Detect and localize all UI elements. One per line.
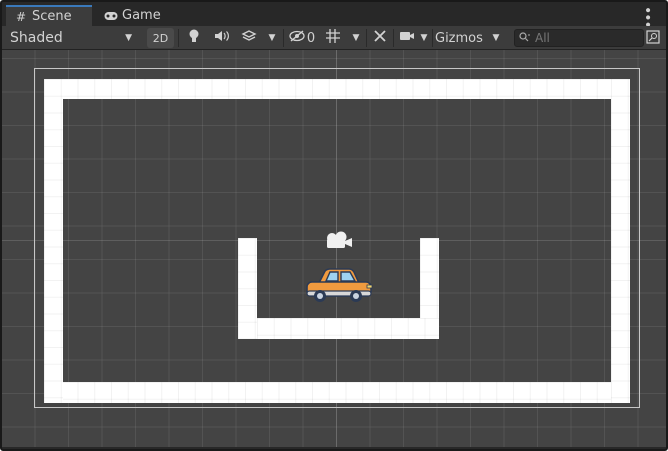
chevron-down-icon: ▼	[268, 33, 276, 43]
car-icon	[305, 268, 375, 310]
2d-label: 2D	[152, 31, 169, 45]
lighting-toggle-button[interactable]	[182, 28, 206, 48]
search-icon	[519, 31, 531, 45]
chevron-down-icon: ▼	[125, 33, 132, 43]
speaker-icon	[214, 30, 230, 46]
gizmos-button[interactable]: Gizmos	[435, 28, 485, 48]
lightbulb-icon	[188, 29, 200, 47]
tab-scene-label: Scene	[32, 9, 72, 24]
grid-snap-icon	[325, 28, 341, 48]
inner-wall-bottom[interactable]	[257, 318, 439, 339]
gamepad-icon	[104, 11, 118, 21]
scene-viewport[interactable]	[2, 50, 666, 447]
toolbar-divider	[432, 29, 433, 47]
scene-visibility-toggle[interactable]: 0	[286, 28, 318, 48]
hierarchy-search-field[interactable]: All	[514, 29, 644, 47]
scene-toolbar: Shaded ▼ 2D ▼ 0 ▼ ▼ Gizmos ▼ All	[2, 26, 666, 50]
gizmos-dropdown[interactable]: ▼	[488, 28, 504, 48]
2d-toggle-button[interactable]: 2D	[147, 28, 174, 48]
effects-dropdown[interactable]: ▼	[264, 28, 280, 48]
more-options-icon[interactable]: •••	[639, 6, 655, 28]
chevron-down-icon: ▼	[492, 33, 500, 43]
search-mode-button[interactable]	[645, 29, 661, 47]
tools-icon	[373, 29, 387, 47]
camera-gizmo-icon	[324, 231, 354, 254]
camera-settings-button[interactable]	[397, 28, 417, 48]
grid-icon: #	[15, 9, 27, 24]
unity-editor-window: # Scene Game ••• Shaded ▼ 2D ▼ 0 ▼ ▼ Giz…	[0, 0, 668, 451]
main-camera-gizmo[interactable]	[324, 231, 354, 254]
video-camera-icon	[399, 30, 415, 46]
grid-dropdown[interactable]: ▼	[347, 28, 365, 48]
chevron-down-icon: ▼	[352, 33, 360, 43]
toolbar-divider	[178, 29, 179, 47]
tab-scene[interactable]: # Scene	[6, 5, 92, 26]
eye-slash-icon	[289, 30, 305, 46]
toolbar-divider	[283, 29, 284, 47]
search-filter-icon	[646, 29, 660, 47]
car-sprite[interactable]	[305, 267, 375, 310]
tab-game-label: Game	[122, 8, 161, 23]
draw-mode-label: Shaded	[10, 30, 63, 46]
draw-mode-dropdown[interactable]: Shaded ▼	[6, 28, 136, 48]
gizmos-label: Gizmos	[435, 30, 483, 46]
audio-toggle-button[interactable]	[209, 28, 235, 48]
hidden-count: 0	[306, 30, 316, 46]
tab-game[interactable]: Game	[96, 5, 166, 26]
toolbar-divider	[393, 29, 394, 47]
tools-toggle-button[interactable]	[369, 28, 391, 48]
toolbar-divider	[366, 29, 367, 47]
chevron-down-icon: ▼	[420, 33, 428, 43]
effects-icon	[241, 29, 257, 47]
grid-toggle-button[interactable]	[322, 28, 344, 48]
tab-bar: # Scene Game •••	[2, 2, 666, 28]
camera-dropdown[interactable]: ▼	[417, 28, 431, 48]
effects-toggle-button[interactable]	[238, 28, 260, 48]
search-placeholder: All	[535, 31, 550, 45]
inner-wall-left[interactable]	[238, 238, 257, 339]
